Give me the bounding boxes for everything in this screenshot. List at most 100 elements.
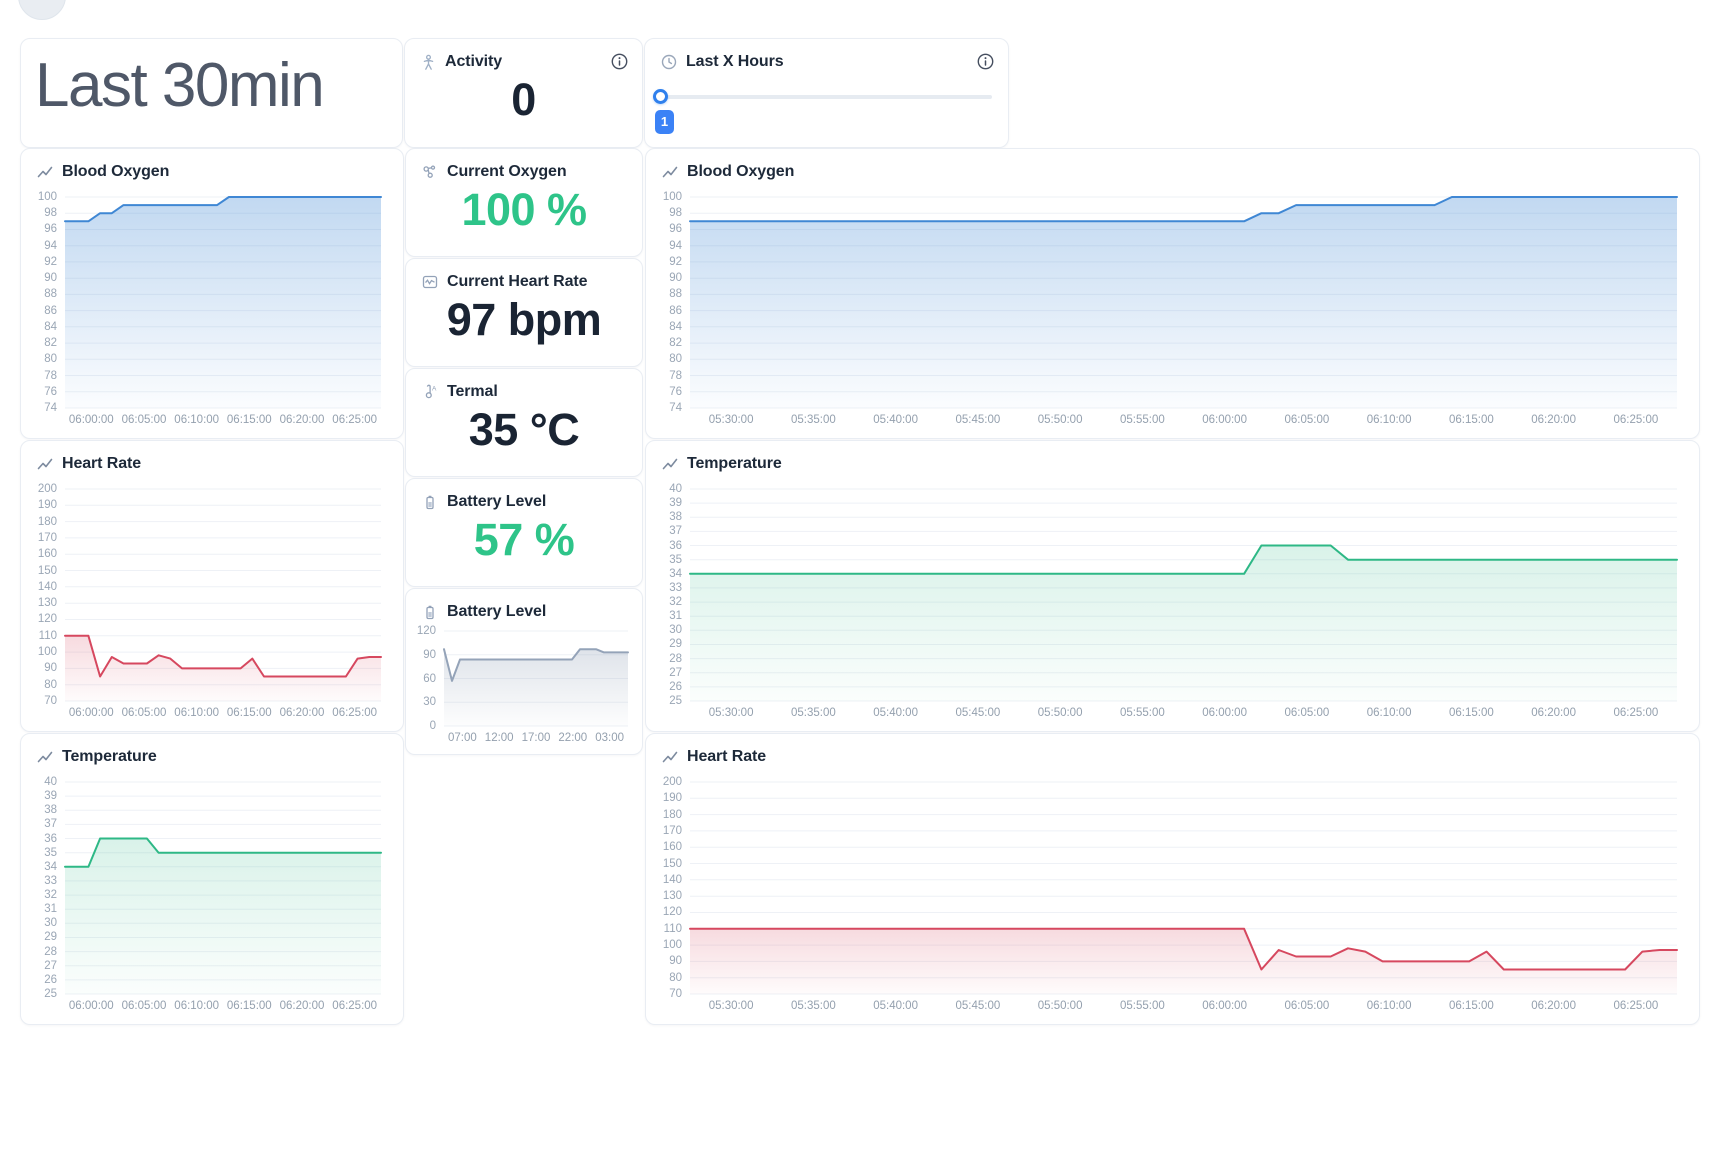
y-axis-tick-label: 110	[654, 922, 682, 936]
trend-icon	[37, 164, 53, 180]
x-axis-tick-label: 06:05:00	[122, 999, 167, 1013]
y-axis-tick-label: 74	[654, 401, 682, 415]
chart-canvas	[29, 776, 397, 1016]
y-axis-tick-label: 96	[29, 222, 57, 236]
y-axis-tick-label: 80	[654, 971, 682, 985]
avatar[interactable]	[18, 0, 66, 20]
y-axis-tick-label: 27	[654, 666, 682, 680]
thermal-value: 35 °C	[406, 404, 642, 456]
x-axis-tick-label: 05:40:00	[873, 706, 918, 720]
chart-card-header: Blood Oxygen	[646, 149, 1699, 181]
y-axis-tick-label: 76	[654, 385, 682, 399]
x-axis-tick-label: 03:00	[595, 731, 624, 745]
x-axis-tick-label: 06:25:00	[332, 706, 377, 720]
hours-slider-handle[interactable]	[653, 89, 668, 104]
blood-oxygen-card-30min: Blood Oxygen 100989694929088868482807876…	[20, 148, 404, 439]
y-axis-tick-label: 86	[29, 304, 57, 318]
y-axis-tick-label: 90	[414, 648, 436, 662]
y-axis-tick-label: 27	[29, 959, 57, 973]
x-axis-tick-label: 05:35:00	[791, 999, 836, 1013]
trend-icon	[662, 164, 678, 180]
y-axis-tick-label: 33	[654, 581, 682, 595]
x-axis-tick-label: 05:35:00	[791, 413, 836, 427]
temperature-chart-1h: 4039383736353433323130292827262505:30:00…	[654, 483, 1693, 723]
temperature-chart-30min: 4039383736353433323130292827262506:00:00…	[29, 776, 397, 1016]
time-range-title-card: Last 30min	[20, 38, 403, 148]
y-axis-tick-label: 36	[654, 539, 682, 553]
x-axis-tick-label: 17:00	[522, 731, 551, 745]
stat-card-header: Current Heart Rate	[406, 259, 642, 291]
y-axis-tick-label: 96	[654, 222, 682, 236]
stat-title: Battery Level	[447, 493, 546, 511]
y-axis-tick-label: 100	[654, 190, 682, 204]
y-axis-tick-label: 150	[29, 564, 57, 578]
y-axis-tick-label: 80	[29, 678, 57, 692]
y-axis-tick-label: 29	[654, 637, 682, 651]
y-axis-tick-label: 92	[29, 255, 57, 269]
svg-text:A: A	[432, 386, 437, 393]
thermal-card: A Termal 35 °C	[405, 368, 643, 477]
y-axis-tick-label: 88	[29, 287, 57, 301]
y-axis-tick-label: 34	[654, 567, 682, 581]
current-oxygen-value: 100 %	[406, 184, 642, 236]
y-axis-tick-label: 100	[654, 938, 682, 952]
pulse-chart-icon	[422, 274, 438, 290]
battery-icon	[422, 604, 438, 620]
x-axis-tick-label: 05:30:00	[709, 413, 754, 427]
y-axis-tick-label: 94	[654, 239, 682, 253]
chart-card-header: Heart Rate	[21, 441, 403, 473]
x-axis-tick-label: 06:05:00	[1285, 706, 1330, 720]
x-axis-tick-label: 06:00:00	[69, 706, 114, 720]
chart-card-header: Blood Oxygen	[21, 149, 403, 181]
y-axis-tick-label: 39	[29, 789, 57, 803]
y-axis-tick-label: 28	[29, 945, 57, 959]
battery-icon	[422, 494, 438, 510]
x-axis-tick-label: 06:00:00	[69, 413, 114, 427]
chart-title: Temperature	[62, 748, 157, 766]
clock-icon	[661, 54, 677, 70]
trend-icon	[37, 749, 53, 765]
y-axis-tick-label: 34	[29, 860, 57, 874]
trend-icon	[662, 456, 678, 472]
hours-slider-track[interactable]	[659, 95, 992, 99]
stat-title: Current Heart Rate	[447, 273, 587, 291]
battery-history-card: Battery Level 120906030007:0012:0017:002…	[405, 588, 643, 755]
y-axis-tick-label: 30	[654, 623, 682, 637]
y-axis-tick-label: 190	[29, 498, 57, 512]
x-axis-tick-label: 06:25:00	[1614, 706, 1659, 720]
x-axis-tick-label: 06:15:00	[1449, 413, 1494, 427]
trend-icon	[37, 456, 53, 472]
y-axis-tick-label: 80	[29, 352, 57, 366]
x-axis-tick-label: 06:20:00	[280, 706, 325, 720]
y-axis-tick-label: 76	[29, 385, 57, 399]
x-axis-tick-label: 06:05:00	[1285, 413, 1330, 427]
y-axis-tick-label: 200	[29, 482, 57, 496]
y-axis-tick-label: 40	[654, 482, 682, 496]
y-axis-tick-label: 29	[29, 930, 57, 944]
x-axis-tick-label: 06:20:00	[1531, 413, 1576, 427]
x-axis-tick-label: 05:55:00	[1120, 706, 1165, 720]
chart-card-header: Temperature	[21, 734, 403, 766]
chart-canvas	[654, 191, 1693, 430]
x-axis-tick-label: 06:25:00	[1614, 413, 1659, 427]
y-axis-tick-label: 70	[654, 987, 682, 1001]
info-icon[interactable]	[977, 53, 994, 70]
x-axis-tick-label: 22:00	[558, 731, 587, 745]
last-x-hours-card: Last X Hours 1	[644, 38, 1009, 148]
x-axis-tick-label: 06:10:00	[1367, 999, 1412, 1013]
x-axis-tick-label: 05:50:00	[1038, 706, 1083, 720]
trend-icon	[662, 749, 678, 765]
thermometer-icon: A	[422, 384, 438, 400]
y-axis-tick-label: 160	[654, 840, 682, 854]
y-axis-tick-label: 25	[29, 987, 57, 1001]
current-heart-rate-value: 97 bpm	[406, 294, 642, 346]
x-axis-tick-label: 06:15:00	[227, 999, 272, 1013]
y-axis-tick-label: 36	[29, 832, 57, 846]
stat-title: Termal	[447, 383, 498, 401]
x-axis-tick-label: 06:00:00	[1202, 413, 1247, 427]
y-axis-tick-label: 26	[654, 680, 682, 694]
info-icon[interactable]	[611, 53, 628, 70]
y-axis-tick-label: 130	[654, 889, 682, 903]
x-axis-tick-label: 06:25:00	[1614, 999, 1659, 1013]
y-axis-tick-label: 120	[29, 612, 57, 626]
